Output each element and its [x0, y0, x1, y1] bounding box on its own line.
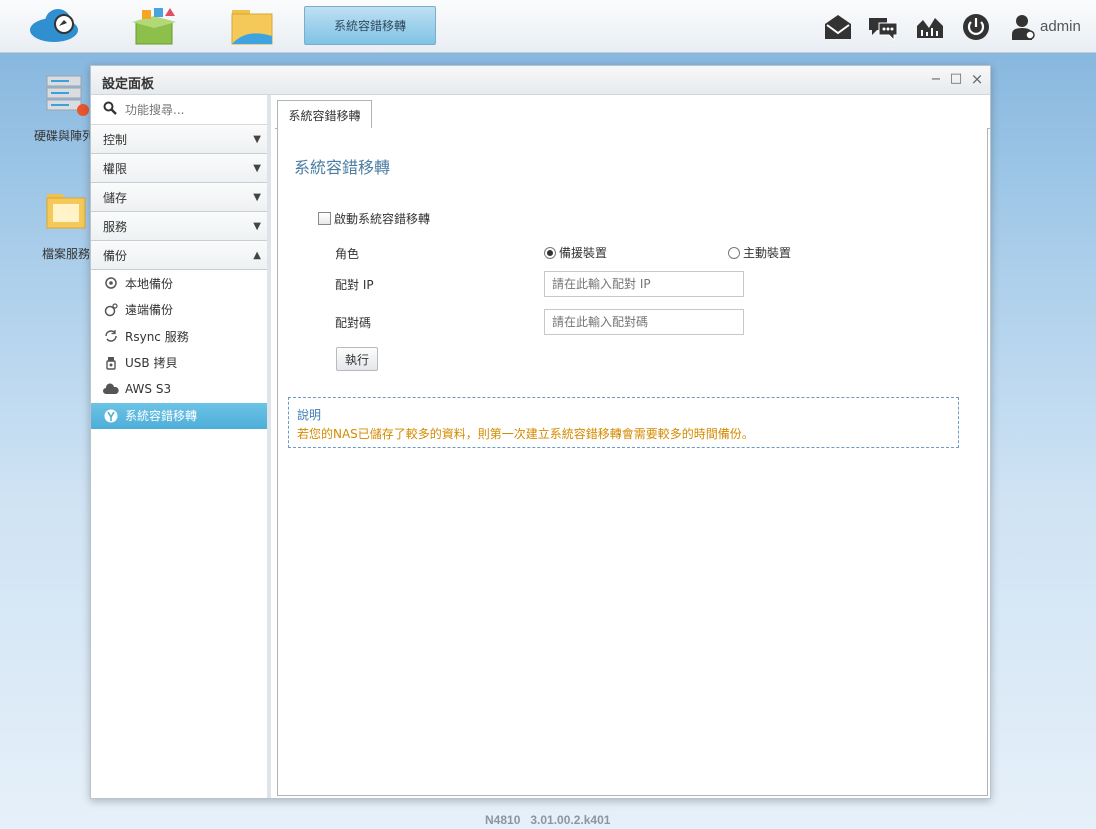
page-title: 系統容錯移轉	[294, 158, 391, 177]
pair-ip-input[interactable]	[544, 271, 744, 297]
chevron-down-icon: ▼	[253, 221, 261, 232]
user-name[interactable]: admin	[1040, 18, 1081, 35]
sidebar-item-label: AWS S3	[125, 382, 172, 397]
sidebar-item-failover[interactable]: 系統容錯移轉	[91, 402, 267, 429]
chevron-up-icon: ▲	[253, 250, 261, 261]
failover-icon	[103, 408, 119, 424]
close-icon[interactable]: ×	[970, 70, 984, 88]
sidebar-item-label: Rsync 服務	[125, 329, 189, 344]
chat-icon[interactable]	[867, 12, 898, 42]
window-title: 設定面板	[102, 77, 155, 92]
sidebar-category-backup[interactable]: 備份 ▲	[91, 241, 267, 270]
mail-icon[interactable]	[823, 12, 853, 42]
sidebar-item-label: USB 拷貝	[125, 356, 178, 371]
main-panel: 系統容錯移轉 系統容錯移轉 啟動系統容錯移轉 角色 備援裝置 主動裝置 配對 I…	[275, 95, 990, 798]
minimize-icon[interactable]: −	[929, 72, 943, 87]
tab-failover[interactable]: 系統容錯移轉	[277, 100, 372, 130]
sidebar-item-rsync[interactable]: Rsync 服務	[91, 323, 267, 350]
version-footer: N4810 3.01.00.2.k401	[485, 813, 611, 827]
disk-array-icon	[46, 75, 89, 116]
search-row	[91, 95, 267, 125]
pair-code-input[interactable]	[544, 309, 744, 335]
standby-radio[interactable]	[544, 246, 556, 259]
sidebar-item-label: 本地備份	[125, 276, 174, 291]
window-titlebar[interactable]: 設定面板 − □ ×	[91, 66, 990, 95]
category-label: 儲存	[103, 190, 128, 205]
settings-window: 設定面板 − □ × 控制 ▼ 權限 ▼ 儲存 ▼ 服務 ▼ 備份 ▲	[90, 65, 991, 799]
sidebar-item-local-backup[interactable]: 本地備份	[91, 270, 267, 297]
sidebar-item-usb-copy[interactable]: USB 拷貝	[91, 350, 267, 377]
sync-icon	[103, 328, 119, 344]
sidebar-item-label: 遠端備份	[125, 303, 174, 318]
user-icon[interactable]	[1008, 12, 1038, 42]
app-center-icon[interactable]	[128, 4, 180, 48]
enable-failover-checkbox[interactable]	[318, 212, 331, 225]
pair-code-label: 配對碼	[335, 316, 372, 330]
remote-backup-icon	[103, 302, 119, 318]
taskbar: 系統容錯移轉 admin	[0, 0, 1096, 53]
chevron-down-icon: ▼	[253, 134, 261, 145]
role-option-standby[interactable]: 備援裝置	[544, 244, 607, 261]
monitor-icon[interactable]	[915, 12, 945, 42]
enable-failover-row[interactable]: 啟動系統容錯移轉	[318, 210, 430, 227]
chevron-down-icon: ▼	[253, 192, 261, 203]
enable-failover-label: 啟動系統容錯移轉	[334, 212, 431, 226]
taskbar-tab-failover[interactable]: 系統容錯移轉	[304, 6, 436, 45]
file-manager-icon[interactable]	[226, 4, 278, 48]
cloud-app-icon[interactable]	[28, 4, 80, 48]
sidebar-category-service[interactable]: 服務 ▼	[91, 212, 267, 241]
cloud-icon	[103, 381, 119, 397]
power-icon[interactable]	[961, 12, 991, 42]
note-body: 若您的NAS已儲存了較多的資料，則第一次建立系統容錯移轉會需要較多的時間備份。	[297, 427, 754, 441]
content-panel: 系統容錯移轉 啟動系統容錯移轉 角色 備援裝置 主動裝置 配對 IP 配對碼 執…	[277, 128, 988, 796]
category-label: 服務	[103, 219, 128, 234]
role-option-active[interactable]: 主動裝置	[728, 244, 791, 261]
sidebar-item-label: 系統容錯移轉	[125, 409, 198, 424]
role-label: 角色	[335, 247, 360, 261]
search-input[interactable]	[125, 102, 265, 117]
maximize-icon[interactable]: □	[949, 71, 963, 86]
category-label: 控制	[103, 132, 128, 147]
sidebar-item-aws-s3[interactable]: AWS S3	[91, 376, 267, 403]
sidebar: 控制 ▼ 權限 ▼ 儲存 ▼ 服務 ▼ 備份 ▲ 本地備份	[91, 95, 271, 798]
sidebar-item-remote-backup[interactable]: 遠端備份	[91, 297, 267, 324]
folder-icon	[46, 194, 86, 229]
note-title: 說明	[297, 408, 322, 422]
chevron-down-icon: ▼	[253, 163, 261, 174]
radio-label: 主動裝置	[743, 246, 792, 260]
active-radio[interactable]	[728, 246, 740, 259]
search-icon	[103, 101, 117, 118]
info-note: 說明 若您的NAS已儲存了較多的資料，則第一次建立系統容錯移轉會需要較多的時間備…	[288, 397, 959, 448]
tab-strip: 系統容錯移轉	[275, 95, 990, 130]
local-backup-icon	[103, 275, 119, 291]
radio-label: 備援裝置	[559, 246, 608, 260]
pair-ip-label: 配對 IP	[335, 278, 374, 292]
category-label: 權限	[103, 161, 128, 176]
sidebar-category-storage[interactable]: 儲存 ▼	[91, 183, 267, 212]
category-label: 備份	[103, 248, 128, 263]
usb-icon	[103, 355, 119, 371]
execute-button[interactable]: 執行	[336, 347, 378, 371]
sidebar-category-permission[interactable]: 權限 ▼	[91, 154, 267, 183]
sidebar-category-control[interactable]: 控制 ▼	[91, 125, 267, 154]
